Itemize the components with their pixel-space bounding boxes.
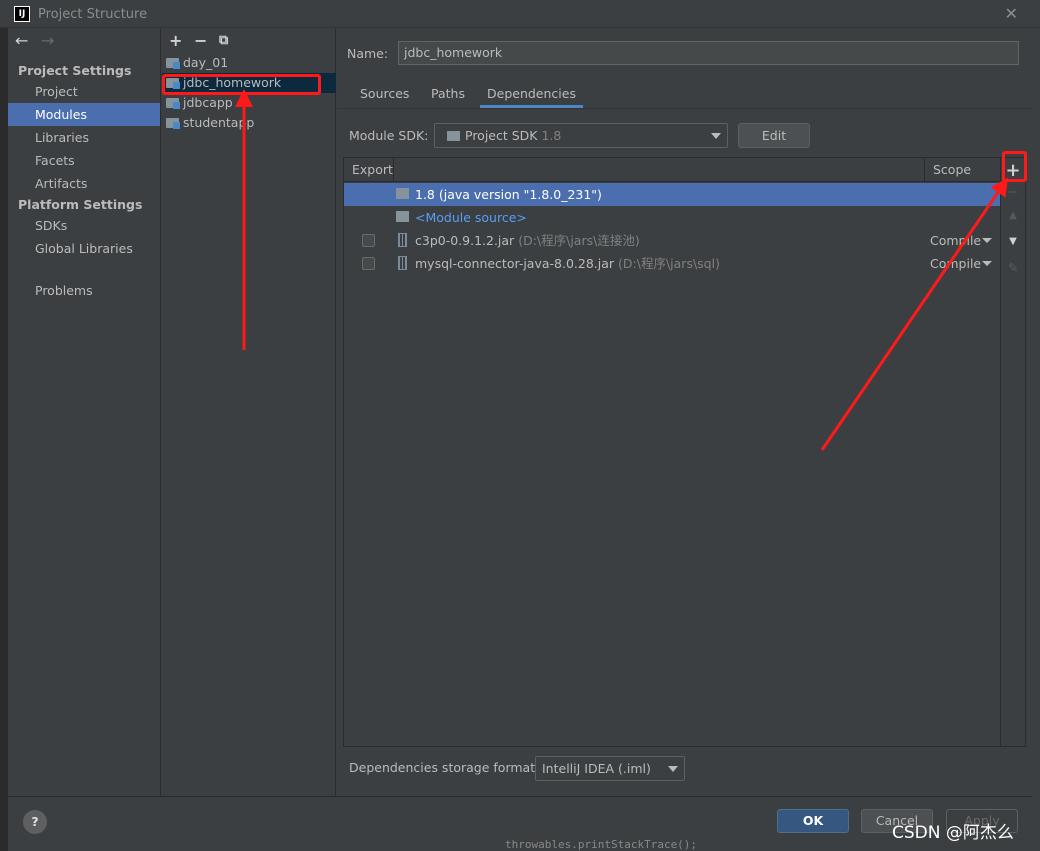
annotation-arrow-add <box>820 177 1009 451</box>
annotation-arrows <box>235 89 1009 451</box>
project-structure-dialog: IJ Project Structure ✕ ← → Project Setti… <box>0 0 1040 851</box>
